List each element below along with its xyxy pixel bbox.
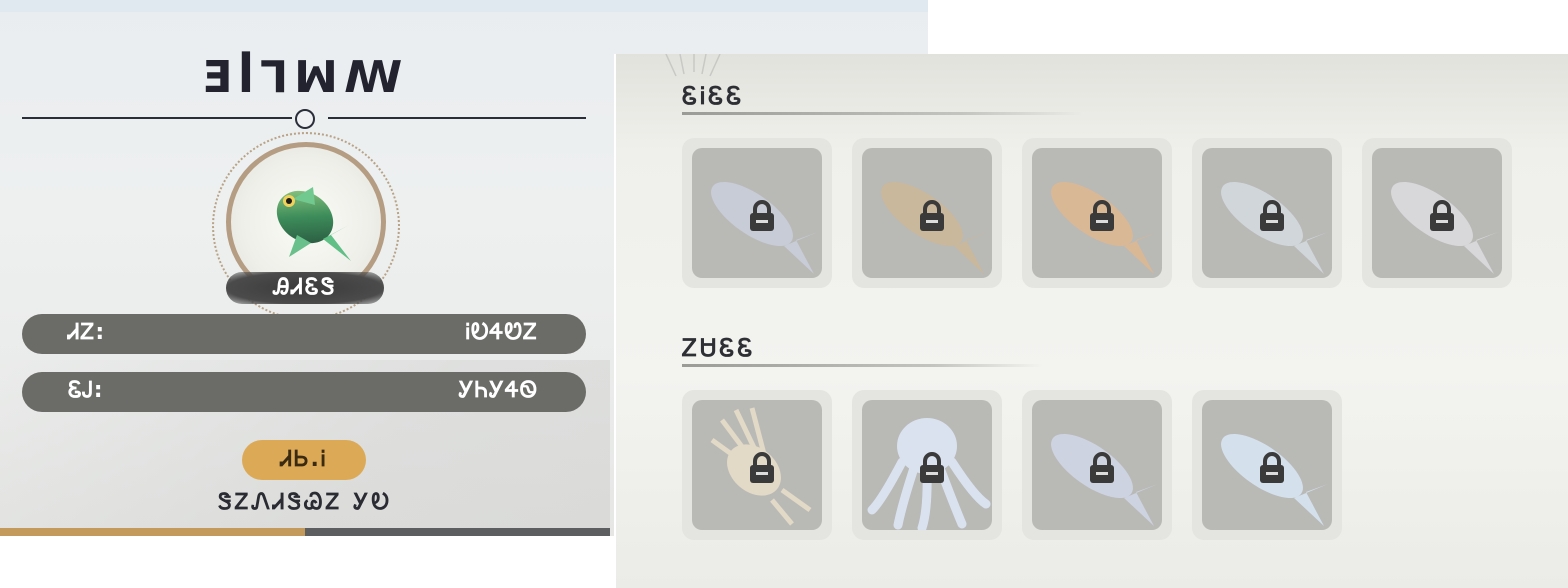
padlock-icon (920, 452, 944, 483)
card-frame (1202, 148, 1332, 278)
section-title-common: ᏋᎥᏋᏋ (682, 82, 745, 110)
collection-card-flounder-fish[interactable] (852, 138, 1002, 288)
padlock-icon (1260, 452, 1284, 483)
padlock-icon (1090, 452, 1114, 483)
padlock-icon (750, 200, 774, 231)
padlock-icon (1090, 200, 1114, 231)
top-strip (0, 0, 928, 12)
experience-text: ᏕᏃᏁᏗᏕᏊᏃ ᎩᎧ (218, 490, 392, 515)
card-frame (1372, 148, 1502, 278)
stat-value: ᎩᏂᎩᏎᏫ (458, 378, 538, 403)
collection-card-mackerel-fish[interactable] (1362, 138, 1512, 288)
card-frame (1032, 148, 1162, 278)
card-frame (692, 400, 822, 530)
rarity-label: ᎯᏗᏋᏕ (226, 272, 384, 304)
card-frame (862, 400, 992, 530)
light-rays-decoration (665, 54, 721, 77)
padlock-icon (1430, 200, 1454, 231)
fish-name-title: ƎꟾꞀꟽꟿ (201, 52, 409, 103)
collection-card-lionfish[interactable] (682, 390, 832, 540)
green-fish-icon (276, 187, 351, 261)
padlock-icon (1260, 200, 1284, 231)
section-divider (682, 112, 1082, 115)
card-frame (1202, 400, 1332, 530)
level-badge: ᏗᏏ.Ꭵ (242, 440, 366, 480)
title-divider-right (328, 117, 586, 119)
progress-bar-fill (0, 528, 305, 536)
card-frame (862, 148, 992, 278)
padlock-icon (750, 452, 774, 483)
title-divider-left (22, 117, 292, 119)
card-frame (1032, 400, 1162, 530)
section-divider (682, 364, 1042, 367)
collection-card-tuna-fish[interactable] (1022, 390, 1172, 540)
divider-circle-ornament (295, 109, 315, 129)
collection-card-silver-fish[interactable] (1192, 138, 1342, 288)
stat-label: ᏋᎫ: (68, 378, 104, 403)
progress-bar (0, 528, 610, 536)
collection-card-red-snapper-fish[interactable] (1022, 138, 1172, 288)
stat-row-length: ᏗᏃ: ᎥᎧᏎᏬᏃ (22, 314, 586, 354)
stat-row-weight: ᏋᎫ: ᎩᏂᎩᏎᏫ (22, 372, 586, 412)
collection-card-octopus[interactable] (852, 390, 1002, 540)
collection-panel: ᏋᎥᏋᏋ ᏃᏌᏋᏋ (614, 54, 1568, 588)
collection-card-cod-fish[interactable] (682, 138, 832, 288)
section-title-rare: ᏃᏌᏋᏋ (682, 334, 756, 362)
card-frame (692, 148, 822, 278)
stat-value: ᎥᎧᏎᏬᏃ (465, 320, 538, 345)
stat-label: ᏗᏃ: (68, 320, 106, 345)
collection-card-pomfret-fish[interactable] (1192, 390, 1342, 540)
padlock-icon (920, 200, 944, 231)
